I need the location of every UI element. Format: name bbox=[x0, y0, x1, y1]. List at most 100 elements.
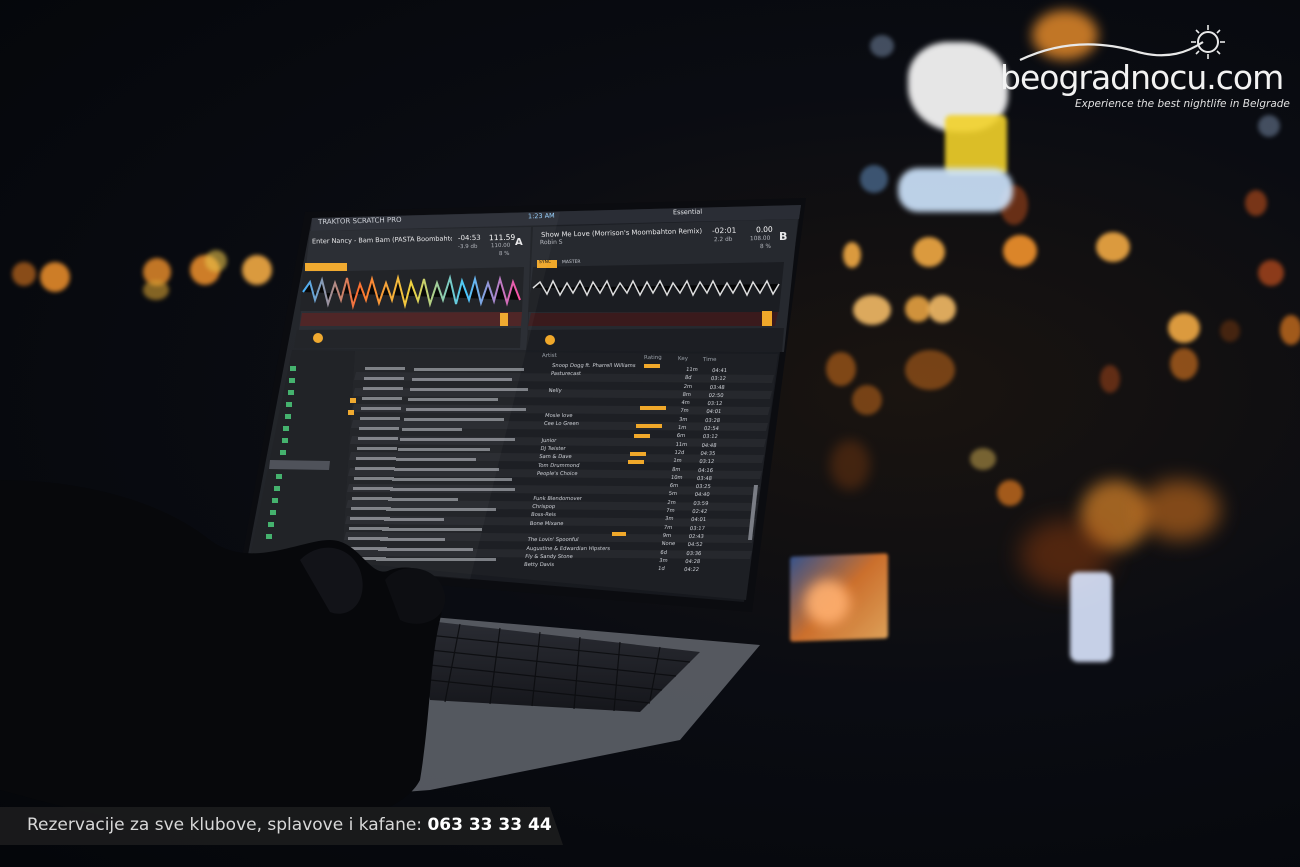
browser-key-cell[interactable]: 9m bbox=[662, 532, 683, 540]
browser-key-cell[interactable]: 7m bbox=[666, 507, 687, 515]
browser-artist-cell[interactable]: DJ Twister bbox=[540, 445, 651, 453]
top-time: 1:23 AM bbox=[527, 211, 555, 221]
browser-time-cell[interactable]: 04:28 bbox=[685, 558, 710, 566]
browser-artist-cell[interactable]: Bone Mixane bbox=[529, 520, 640, 528]
browser-artist-cell[interactable]: People's Choice bbox=[536, 470, 647, 478]
browser-artist-cell[interactable]: Tom Drummond bbox=[537, 462, 648, 470]
deck-a-gain: -3.9 db bbox=[457, 243, 478, 251]
col-rating[interactable]: Rating bbox=[644, 355, 662, 361]
browser-time-cell[interactable]: 03:25 bbox=[695, 483, 720, 491]
browser-key-cell[interactable]: 7m bbox=[680, 407, 701, 415]
browser-artist-cell[interactable]: Betty Davis bbox=[523, 561, 634, 569]
browser-artist-cell[interactable]: Pasturecast bbox=[550, 370, 661, 378]
browser-key-cell[interactable]: 1m bbox=[673, 457, 694, 465]
browser-time-cell[interactable]: 03:12 bbox=[707, 400, 732, 408]
browser-artist-cell[interactable]: Nelly bbox=[548, 387, 659, 395]
browser-key-cell[interactable]: 10m bbox=[670, 474, 691, 482]
browser-artist-cell[interactable] bbox=[542, 428, 653, 436]
browser-key-cell[interactable]: 3m bbox=[659, 557, 680, 565]
browser-key-cell[interactable]: 11m bbox=[675, 441, 696, 449]
browser-time-cell[interactable]: 04:22 bbox=[683, 566, 708, 574]
browser-key-cell[interactable]: 3m bbox=[664, 515, 685, 523]
browser-time-cell[interactable]: 02:42 bbox=[692, 508, 717, 516]
browser-time-cell[interactable]: 04:35 bbox=[700, 450, 725, 458]
browser-time-cell[interactable]: 02:43 bbox=[688, 533, 713, 541]
col-artist[interactable]: Artist bbox=[542, 353, 557, 359]
browser-key-cell[interactable]: 8m bbox=[682, 391, 703, 399]
reservation-text[interactable]: Rezervacije za sve klubove, splavove i k… bbox=[27, 815, 552, 835]
browser-key-cell[interactable]: 2m bbox=[667, 499, 688, 507]
browser-artist-cell[interactable]: Cee Lo Green bbox=[543, 420, 654, 428]
browser-artist-cell[interactable]: Mosie love bbox=[544, 412, 655, 420]
browser-time-cell[interactable]: 04:52 bbox=[687, 541, 712, 549]
brand-tagline: Experience the best nightlife in Belgrad… bbox=[1075, 98, 1290, 110]
browser-artist-cell[interactable]: Junior bbox=[541, 437, 652, 445]
browser-artist-cell[interactable]: The Lovin' Spoonful bbox=[527, 536, 638, 544]
browser-time-cell[interactable]: 04:41 bbox=[711, 367, 736, 375]
browser-key-cell[interactable]: 4m bbox=[681, 399, 702, 407]
browser-time-cell[interactable]: 04:01 bbox=[690, 516, 715, 524]
browser-key-cell[interactable]: 1m bbox=[677, 424, 698, 432]
browser-artist-cell[interactable] bbox=[535, 478, 646, 486]
browser-time-cell[interactable]: 03:17 bbox=[689, 525, 714, 533]
brand-name: beogradnocu.com bbox=[1000, 58, 1284, 97]
browser-time-cell[interactable]: 03:12 bbox=[702, 433, 727, 441]
browser-key-cell[interactable]: 1d bbox=[657, 565, 678, 573]
browser-time-cell[interactable]: 03:59 bbox=[693, 500, 718, 508]
browser-artist-cell[interactable]: Snoop Dogg ft. Pharrell Williams bbox=[551, 362, 662, 370]
browser-artist-cell[interactable] bbox=[549, 379, 660, 387]
deck-b-pct: 8 % bbox=[759, 243, 772, 251]
deck-b-playhead bbox=[762, 311, 772, 326]
deck-a-letter: A bbox=[515, 237, 523, 248]
photo-scene: TRAKTOR SCRATCH PRO 1:23 AM Essential En… bbox=[0, 0, 1300, 867]
reservation-phone[interactable]: 063 33 33 44 bbox=[427, 815, 551, 835]
browser-time-cell[interactable]: 03:12 bbox=[699, 458, 724, 466]
browser-artist-cell[interactable] bbox=[534, 486, 645, 494]
browser-artist-cell[interactable]: Chrispop bbox=[532, 503, 643, 511]
browser-time-cell[interactable]: 03:36 bbox=[686, 550, 711, 558]
browser-key-cell[interactable]: 8m bbox=[671, 466, 692, 474]
browser-key-cell[interactable]: None bbox=[661, 540, 682, 548]
browser-key-cell[interactable]: 6m bbox=[669, 482, 690, 490]
browser-time-cell[interactable]: 02:54 bbox=[703, 425, 728, 433]
browser-artist-cell[interactable]: Boss-Reis bbox=[530, 511, 641, 519]
browser-key-cell[interactable]: 11m bbox=[685, 366, 706, 374]
browser-artist-cell[interactable]: Fly & Sandy Stone bbox=[525, 553, 636, 561]
deck-b-sync[interactable]: SYNC bbox=[539, 260, 551, 265]
browser-time-cell[interactable]: 04:40 bbox=[694, 491, 719, 499]
browser-time-cell[interactable]: 03:48 bbox=[696, 475, 721, 483]
browser-time-cell[interactable]: 03:28 bbox=[704, 417, 729, 425]
browser-artist-cell[interactable]: Sam & Dave bbox=[539, 453, 650, 461]
deck-b-remaining: -02:01 bbox=[711, 225, 737, 236]
browser-key-cell[interactable]: 6m bbox=[676, 432, 697, 440]
browser-key-cell[interactable]: 8d bbox=[684, 374, 705, 382]
deck-b-master[interactable]: MASTER bbox=[562, 260, 581, 265]
browser-artist-cell[interactable]: Augustine & Edwardian Hipsters bbox=[526, 545, 637, 553]
browser-time-cell[interactable]: 03:12 bbox=[710, 375, 735, 383]
browser-time-cell[interactable]: 04:16 bbox=[697, 467, 722, 475]
browser-artist-cell[interactable]: Funk Blendomover bbox=[533, 495, 644, 503]
browser-artist-cell[interactable] bbox=[528, 528, 639, 536]
preset-select[interactable]: Essential bbox=[673, 208, 702, 217]
browser-key-cell[interactable]: 2m bbox=[683, 383, 704, 391]
browser-artist-cell[interactable] bbox=[546, 403, 657, 411]
browser-time-cell[interactable]: 04:48 bbox=[701, 442, 726, 450]
deck-b-gain: 2.2 db bbox=[713, 236, 733, 244]
browser-time-cell[interactable]: 03:48 bbox=[709, 384, 734, 392]
browser-time-cell[interactable]: 02:50 bbox=[708, 392, 733, 400]
brand-logo[interactable]: beogradnocu.com Experience the best nigh… bbox=[1000, 58, 1290, 118]
col-key[interactable]: Key bbox=[678, 356, 688, 362]
browser-key-cell[interactable]: 6d bbox=[660, 549, 681, 557]
deck-a-remaining: -04:53 bbox=[457, 233, 481, 243]
browser-key-cell[interactable]: 3m bbox=[678, 416, 699, 424]
reservation-label: Rezervacije za sve klubove, splavove i k… bbox=[27, 815, 428, 835]
browser-key-cell[interactable]: 7m bbox=[663, 524, 684, 532]
col-time[interactable]: Time bbox=[703, 357, 717, 363]
deck-b-base-bpm: 108.00 bbox=[749, 235, 771, 243]
browser-time-cell[interactable]: 04:01 bbox=[706, 408, 731, 416]
deck-a-bpm: 111.59 bbox=[488, 232, 516, 243]
browser-key-cell[interactable]: 5m bbox=[668, 490, 689, 498]
browser-key-cell[interactable]: 12d bbox=[674, 449, 695, 457]
deck-a-pct: 8 % bbox=[498, 250, 510, 258]
browser-artist-cell[interactable] bbox=[547, 395, 658, 403]
